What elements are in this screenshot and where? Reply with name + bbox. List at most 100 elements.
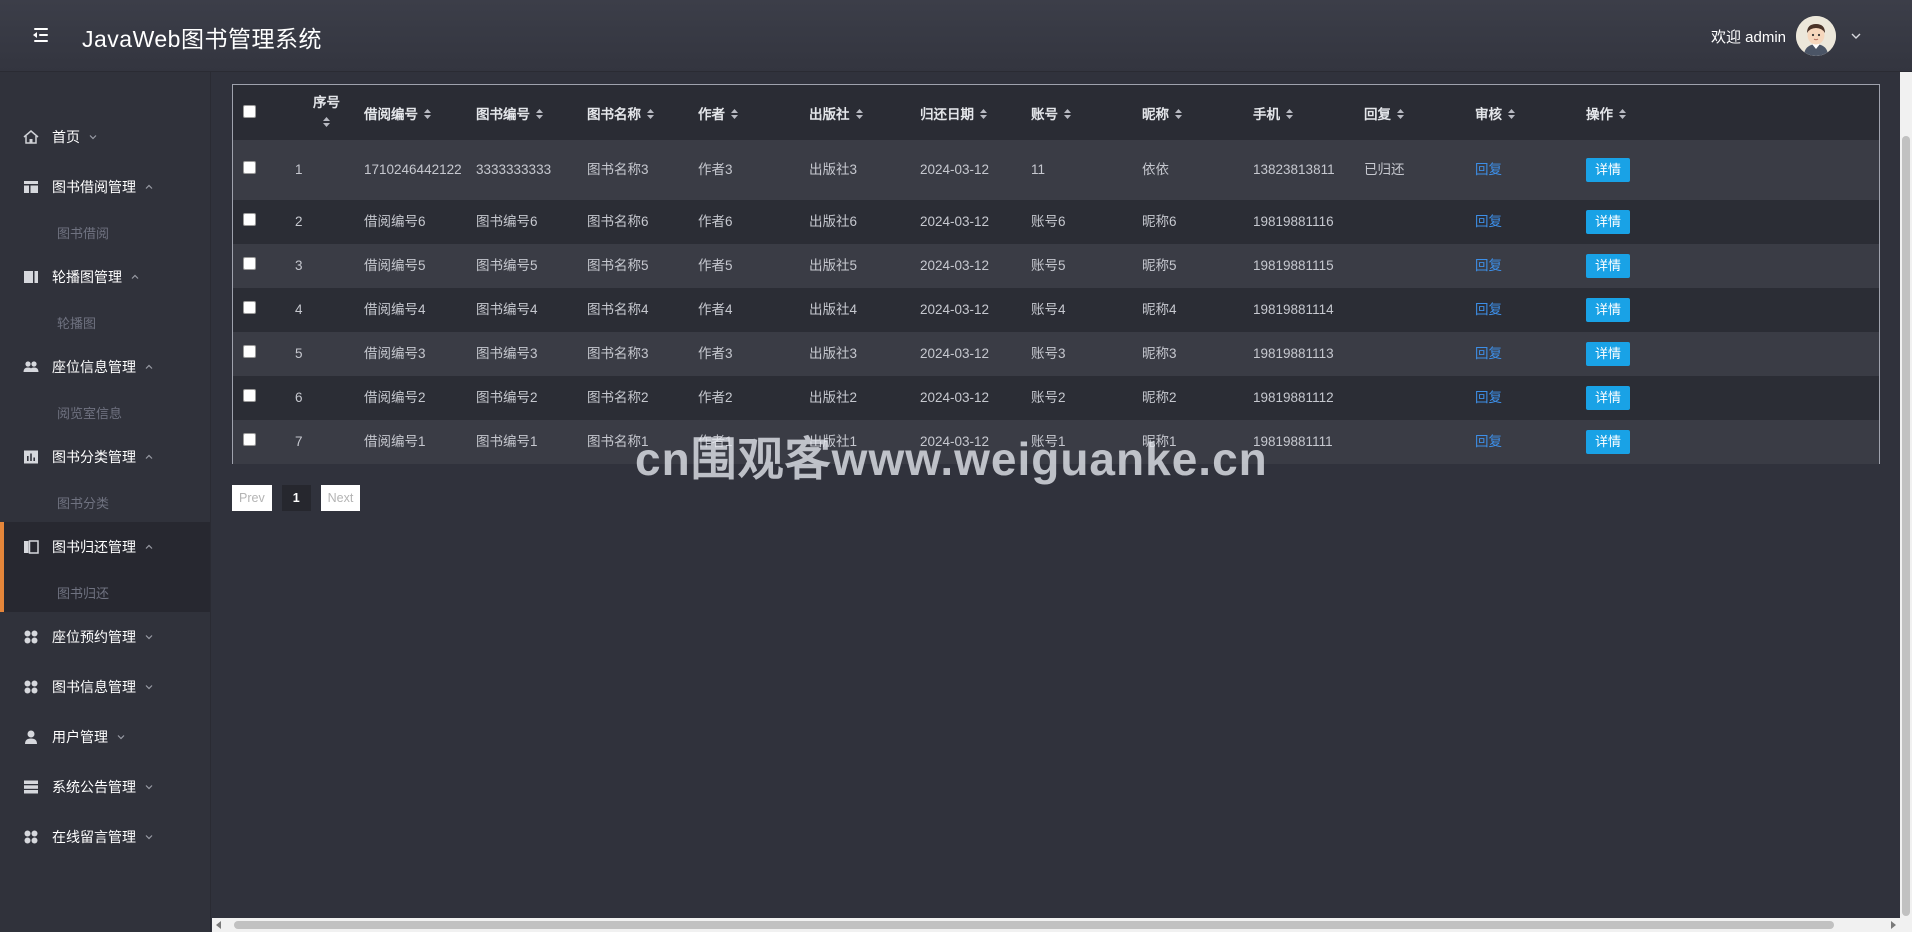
columns-icon	[24, 271, 38, 283]
sidebar-item-borrow-management[interactable]: 图书借阅管理	[0, 162, 210, 212]
sort-icon[interactable]	[1174, 108, 1183, 120]
cell-borrow-no: 借阅编号6	[364, 214, 426, 229]
cell-reply	[1358, 332, 1469, 376]
horizontal-scrollbar[interactable]	[212, 918, 1900, 932]
sort-icon[interactable]	[1396, 108, 1405, 120]
column-header-nickname[interactable]: 昵称	[1136, 85, 1247, 140]
column-header-review[interactable]: 审核	[1469, 85, 1580, 140]
sidebar-item-seat-reservation-management[interactable]: 座位预约管理	[0, 612, 210, 662]
row-checkbox[interactable]	[243, 161, 256, 174]
user-menu[interactable]: 欢迎 admin	[1711, 14, 1862, 58]
sort-icon[interactable]	[1063, 108, 1072, 120]
prev-page-button[interactable]: Prev	[232, 485, 272, 511]
home-icon	[23, 130, 39, 144]
cell-nickname: 昵称2	[1142, 390, 1177, 405]
column-header-author[interactable]: 作者	[692, 85, 803, 140]
sidebar-subitem-borrow[interactable]: 图书借阅	[0, 212, 210, 252]
column-header-phone[interactable]: 手机	[1247, 85, 1358, 140]
chevron-down-icon	[117, 735, 125, 740]
reply-link[interactable]: 回复	[1475, 346, 1502, 361]
sidebar-item-return-management[interactable]: 图书归还管理	[0, 522, 210, 612]
column-header-label: 账号	[1031, 106, 1058, 122]
scroll-right-arrow-icon[interactable]	[1891, 921, 1896, 929]
sort-icon[interactable]	[855, 108, 864, 120]
menu-toggle-icon[interactable]	[30, 24, 52, 46]
cell-borrow-no: 借阅编号3	[364, 346, 426, 361]
detail-button[interactable]: 详情	[1586, 254, 1631, 278]
row-checkbox[interactable]	[243, 301, 256, 314]
cell-return-date: 2024-03-12	[920, 302, 990, 317]
row-checkbox[interactable]	[243, 257, 256, 270]
return-table-container: 序号 借阅编号 图书编号 图书名称 作者 出版社 归还日期 账号 昵称 手机 回…	[232, 84, 1880, 464]
sidebar-nav: 首页 图书借阅管理 图书借阅 轮播图管理 轮播图 座位信息管理 阅览室信息 图书…	[0, 72, 210, 862]
column-header-label: 手机	[1253, 106, 1280, 122]
grid-dots-icon	[24, 630, 38, 644]
sort-icon[interactable]	[423, 108, 432, 120]
column-header-book-no[interactable]: 图书编号	[470, 85, 581, 140]
sidebar-subitem-category[interactable]: 图书分类	[0, 482, 210, 522]
sidebar-item-user-management[interactable]: 用户管理	[0, 712, 210, 762]
column-header-reply[interactable]: 回复	[1358, 85, 1469, 140]
column-header-borrow-no[interactable]: 借阅编号	[358, 85, 470, 140]
row-checkbox[interactable]	[243, 345, 256, 358]
sidebar-item-message-management[interactable]: 在线留言管理	[0, 812, 210, 862]
sidebar-item-category-management[interactable]: 图书分类管理	[0, 432, 210, 482]
cell-nickname: 昵称5	[1142, 258, 1177, 273]
column-header-return-date[interactable]: 归还日期	[914, 85, 1025, 140]
sidebar-subitem-reading-room[interactable]: 阅览室信息	[0, 392, 210, 432]
cell-book-no: 图书编号6	[476, 214, 538, 229]
table-row: 2 借阅编号6 图书编号6 图书名称6 作者6 出版社6 2024-03-12 …	[233, 200, 1879, 244]
sort-icon[interactable]	[979, 108, 988, 120]
cell-borrow-no: 借阅编号5	[364, 258, 426, 273]
column-header-no[interactable]: 序号	[289, 85, 358, 140]
detail-button[interactable]: 详情	[1586, 386, 1631, 410]
row-checkbox[interactable]	[243, 213, 256, 226]
sort-icon[interactable]	[1507, 108, 1516, 120]
sort-icon[interactable]	[646, 108, 655, 120]
column-header-book-name[interactable]: 图书名称	[581, 85, 692, 140]
vertical-scrollbar[interactable]	[1900, 72, 1912, 932]
reply-link[interactable]: 回复	[1475, 214, 1502, 229]
column-header-action[interactable]: 操作	[1580, 85, 1730, 140]
sort-icon[interactable]	[730, 108, 739, 120]
sort-icon[interactable]	[1285, 108, 1294, 120]
detail-button[interactable]: 详情	[1586, 342, 1631, 366]
reply-link[interactable]: 回复	[1475, 162, 1502, 177]
select-all-checkbox[interactable]	[243, 104, 256, 118]
detail-button[interactable]: 详情	[1586, 430, 1631, 454]
detail-button[interactable]: 详情	[1586, 298, 1631, 322]
sidebar-item-announcement-management[interactable]: 系统公告管理	[0, 762, 210, 812]
row-checkbox[interactable]	[243, 433, 256, 446]
next-page-button[interactable]: Next	[320, 485, 361, 511]
sort-icon[interactable]	[322, 116, 331, 128]
cell-no: 1	[295, 162, 303, 177]
reply-link[interactable]: 回复	[1475, 390, 1502, 405]
sidebar-item-carousel-management[interactable]: 轮播图管理	[0, 252, 210, 302]
sidebar-subitem-return[interactable]: 图书归还	[0, 572, 210, 612]
column-header-account[interactable]: 账号	[1025, 85, 1136, 140]
column-header-publisher[interactable]: 出版社	[803, 85, 914, 140]
cell-book-no: 图书编号3	[476, 346, 538, 361]
cell-publisher: 出版社2	[809, 390, 858, 405]
row-checkbox[interactable]	[243, 389, 256, 402]
horizontal-scroll-thumb[interactable]	[234, 921, 1834, 929]
chevron-up-icon	[145, 364, 153, 369]
sidebar-subitem-carousel[interactable]: 轮播图	[0, 302, 210, 342]
current-page-button[interactable]: 1	[281, 485, 311, 511]
sidebar-item-label: 轮播图管理	[52, 269, 122, 285]
detail-button[interactable]: 详情	[1586, 158, 1631, 182]
detail-button[interactable]: 详情	[1586, 210, 1631, 234]
vertical-scroll-thumb[interactable]	[1902, 136, 1910, 916]
sidebar-item-seat-info-management[interactable]: 座位信息管理	[0, 342, 210, 392]
reply-link[interactable]: 回复	[1475, 302, 1502, 317]
sidebar-item-book-info-management[interactable]: 图书信息管理	[0, 662, 210, 712]
cell-book-name: 图书名称6	[587, 214, 649, 229]
sort-icon[interactable]	[1618, 108, 1627, 120]
sort-icon[interactable]	[535, 108, 544, 120]
cell-no: 5	[295, 346, 303, 361]
reply-link[interactable]: 回复	[1475, 434, 1502, 449]
sidebar-item-home[interactable]: 首页	[0, 112, 210, 162]
avatar[interactable]	[1796, 16, 1836, 56]
scroll-left-arrow-icon[interactable]	[216, 921, 221, 929]
reply-link[interactable]: 回复	[1475, 258, 1502, 273]
